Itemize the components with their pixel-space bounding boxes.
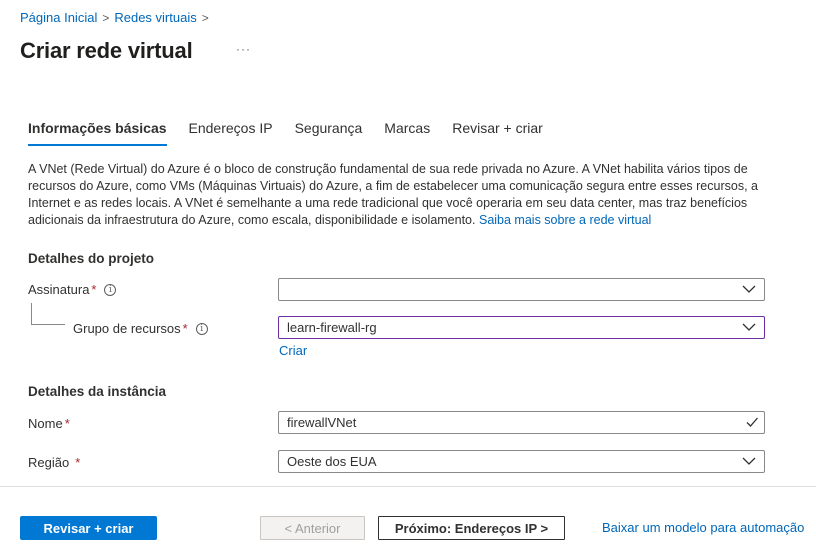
more-options-icon[interactable]: ··· xyxy=(236,42,251,56)
required-marker: * xyxy=(64,416,70,431)
name-label: Nome * xyxy=(28,416,70,431)
tree-connector xyxy=(31,303,65,325)
info-icon[interactable]: i xyxy=(195,322,208,335)
tab-review-create[interactable]: Revisar + criar xyxy=(452,120,543,146)
next-ip-addresses-button[interactable]: Próximo: Endereços IP > xyxy=(378,516,565,540)
subscription-label: Assinatura * i xyxy=(28,282,117,297)
resource-group-label-text: Grupo de recursos xyxy=(73,321,181,336)
info-icon[interactable]: i xyxy=(104,283,117,296)
name-input[interactable]: firewallVNet xyxy=(278,411,765,434)
subscription-label-text: Assinatura xyxy=(28,282,90,297)
tab-bar: Informações básicas Endereços IP Seguran… xyxy=(28,120,565,146)
create-resource-group-link[interactable]: Criar xyxy=(279,343,307,358)
tab-security[interactable]: Segurança xyxy=(295,120,363,146)
breadcrumb-home-link[interactable]: Página Inicial xyxy=(20,10,97,25)
breadcrumb-separator: > xyxy=(102,10,110,25)
checkmark-icon xyxy=(746,417,758,427)
region-select[interactable]: Oeste dos EUA xyxy=(278,450,765,473)
resource-group-select[interactable]: learn-firewall-rg xyxy=(278,316,765,339)
resource-group-value: learn-firewall-rg xyxy=(287,320,377,335)
region-label-text: Região xyxy=(28,455,70,470)
region-value: Oeste dos EUA xyxy=(287,454,377,469)
breadcrumb-virtual-networks-link[interactable]: Redes virtuais xyxy=(114,10,196,25)
footer-divider xyxy=(0,486,816,487)
review-create-button[interactable]: Revisar + criar xyxy=(20,516,157,540)
project-details-heading: Detalhes do projeto xyxy=(28,251,155,266)
region-label: Região * xyxy=(28,455,80,470)
chevron-down-icon xyxy=(742,457,756,465)
tab-ip-addresses[interactable]: Endereços IP xyxy=(189,120,273,146)
download-template-link[interactable]: Baixar um modelo para automação xyxy=(602,520,804,535)
breadcrumb-separator: > xyxy=(201,10,209,25)
previous-button[interactable]: < Anterior xyxy=(260,516,365,540)
learn-more-link[interactable]: Saiba mais sobre a rede virtual xyxy=(479,213,651,227)
instance-details-heading: Detalhes da instância xyxy=(28,384,167,399)
chevron-down-icon xyxy=(742,323,756,331)
tab-tags[interactable]: Marcas xyxy=(384,120,430,146)
tab-basics[interactable]: Informações básicas xyxy=(28,120,167,146)
required-marker: * xyxy=(75,455,81,470)
required-marker: * xyxy=(91,282,97,297)
breadcrumb: Página Inicial > Redes virtuais > xyxy=(20,10,214,25)
chevron-down-icon xyxy=(742,285,756,293)
name-label-text: Nome xyxy=(28,416,63,431)
subscription-select[interactable] xyxy=(278,278,765,301)
page-title: Criar rede virtual xyxy=(20,38,193,63)
required-marker: * xyxy=(182,321,188,336)
resource-group-label: Grupo de recursos * i xyxy=(73,321,208,336)
intro-description: A VNet (Rede Virtual) do Azure é o bloco… xyxy=(28,161,768,229)
name-value: firewallVNet xyxy=(287,415,357,430)
